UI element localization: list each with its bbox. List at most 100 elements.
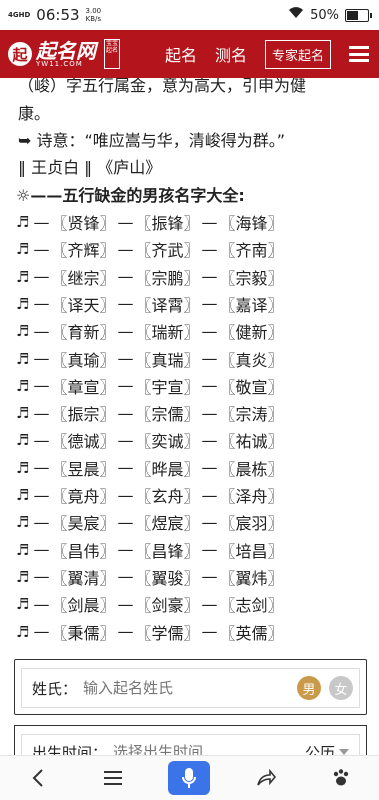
network-speed: 3.00 KB/s [85,7,102,23]
name-entry: 〖德诚〗 [51,432,116,452]
name-entry: 〖嘉译〗 [219,295,284,315]
separator: — [33,294,50,314]
name-entry: 〖振锋〗 [135,214,200,233]
name-entry: 〖宗毅〗 [219,268,284,288]
name-entry: 〖健新〗 [219,323,284,343]
name-list-item: ♬ — 〖剑晨〗 — 〖剑豪〗 — 〖志剑〗 [16,592,284,616]
name-entry: 〖培昌〗 [219,541,284,561]
music-note-icon: ♬ [16,213,30,231]
separator: — [201,294,218,314]
name-entry: 〖贤锋〗 [51,214,116,233]
name-list-item: ♬ — 〖章宣〗 — 〖宇宣〗 — 〖敬宣〗 [16,374,284,398]
separator: — [117,567,134,587]
status-bar: 4GHD 06:53 3.00 KB/s 50% [0,0,379,30]
male-button[interactable]: 男 [297,676,321,700]
list-icon [104,771,123,785]
separator: — [117,267,134,287]
name-entry: 〖振宗〗 [51,405,116,425]
separator: — [117,212,134,232]
nav-item-test-name[interactable]: 测名 [215,42,247,66]
name-entry: 〖宗儒〗 [135,405,200,425]
music-note-icon: ♬ [16,294,30,313]
paw-icon [334,769,349,786]
share-icon [257,769,276,786]
separator: — [33,212,50,232]
separator: — [117,294,134,314]
name-entry: 〖真炎〗 [219,350,284,370]
name-entry: 〖育新〗 [51,323,116,343]
name-entry: 〖祐诚〗 [219,432,284,452]
name-list-item: ♬ — 〖秉儒〗 — 〖学儒〗 — 〖英儒〗 [16,620,284,644]
surname-input[interactable] [81,678,266,698]
name-list-item: ♬ — 〖继宗〗 — 〖宗鹏〗 — 〖宗毅〗 [16,265,284,289]
separator: — [33,458,50,478]
separator: — [201,458,218,478]
microphone-icon [182,768,197,788]
poem-source: ‖ 王贞白 ‖ 《庐山》 [18,158,162,177]
nav-expert-button[interactable]: 专家起名 [264,39,331,69]
name-list-item: ♬ — 〖齐辉〗 — 〖齐武〗 — 〖齐南〗 [16,237,284,261]
battery-icon [345,8,372,22]
name-entry: 〖翼炜〗 [219,568,284,588]
name-list-item: ♬ — 〖振宗〗 — 〖宗儒〗 — 〖宗涛〗 [16,401,284,425]
name-entry: 〖宗涛〗 [219,405,284,425]
name-entry: 〖真瑞〗 [135,350,200,370]
name-entry: 〖宸羽〗 [219,514,284,534]
name-entry: 〖昱晨〗 [51,459,116,479]
name-entry: 〖昊宸〗 [51,514,116,534]
name-entry: 〖宗鹏〗 [135,268,200,288]
site-logo[interactable]: 起 起名网 YW11.COM 宝宝起名 [0,39,120,69]
baidu-paw-button[interactable] [321,758,361,798]
menu-icon[interactable] [349,46,369,62]
separator: — [117,458,134,478]
separator: — [201,239,218,259]
separator: — [201,567,218,587]
separator: — [117,594,134,614]
name-list-item: ♬ — 〖昱晨〗 — 〖晔晨〗 — 〖晨栋〗 [16,456,284,480]
separator: — [117,239,134,259]
separator: — [201,376,218,396]
separator: — [201,594,218,614]
separator: — [33,567,50,587]
separator: — [33,239,50,259]
name-entry: 〖昌锋〗 [135,541,200,561]
name-entry: 〖昌伟〗 [51,541,116,561]
separator: — [33,594,50,614]
wifi-icon [288,7,304,23]
name-entry: 〖竟舟〗 [51,487,116,506]
name-entry: 〖齐南〗 [219,241,284,261]
separator: — [201,540,218,560]
name-entry: 〖志剑〗 [219,596,284,616]
separator: — [117,403,134,423]
name-entry: 〖齐武〗 [135,241,200,261]
nav-item-naming[interactable]: 起名 [165,42,197,66]
music-note-icon: ♬ [16,376,30,395]
female-button[interactable]: 女 [329,676,353,700]
name-list-item: ♬ — 〖昌伟〗 — 〖昌锋〗 — 〖培昌〗 [16,538,284,562]
name-entry: 〖瑞新〗 [135,323,200,343]
separator: — [33,403,50,423]
separator: — [201,321,218,341]
battery-percent: 50% [310,7,339,23]
music-note-icon: ♬ [16,567,30,586]
back-icon [32,769,43,787]
site-header: 起 起名网 YW11.COM 宝宝起名 起名 测名 专家起名 [0,30,379,78]
menu-button[interactable] [93,758,133,798]
name-list-item: ♬ — 〖贤锋〗 — 〖振锋〗 — 〖海锋〗 [16,210,284,234]
voice-search-button[interactable] [168,761,211,795]
back-button[interactable] [18,758,58,798]
music-note-icon: ♬ [16,622,30,641]
separator: — [33,349,50,368]
separator: — [201,485,218,505]
separator: — [117,376,134,396]
separator: — [33,485,50,505]
name-entry: 〖煜宸〗 [135,514,200,534]
section-heading: ☼——五行缺金的男孩名字大全: [16,186,245,205]
share-button[interactable] [246,758,286,798]
name-entry: 〖泽舟〗 [219,487,284,506]
music-note-icon: ♬ [16,404,30,423]
name-entry: 〖晔晨〗 [135,459,200,479]
name-entry: 〖译霄〗 [135,295,200,315]
separator: — [117,349,134,368]
separator: — [201,212,218,232]
